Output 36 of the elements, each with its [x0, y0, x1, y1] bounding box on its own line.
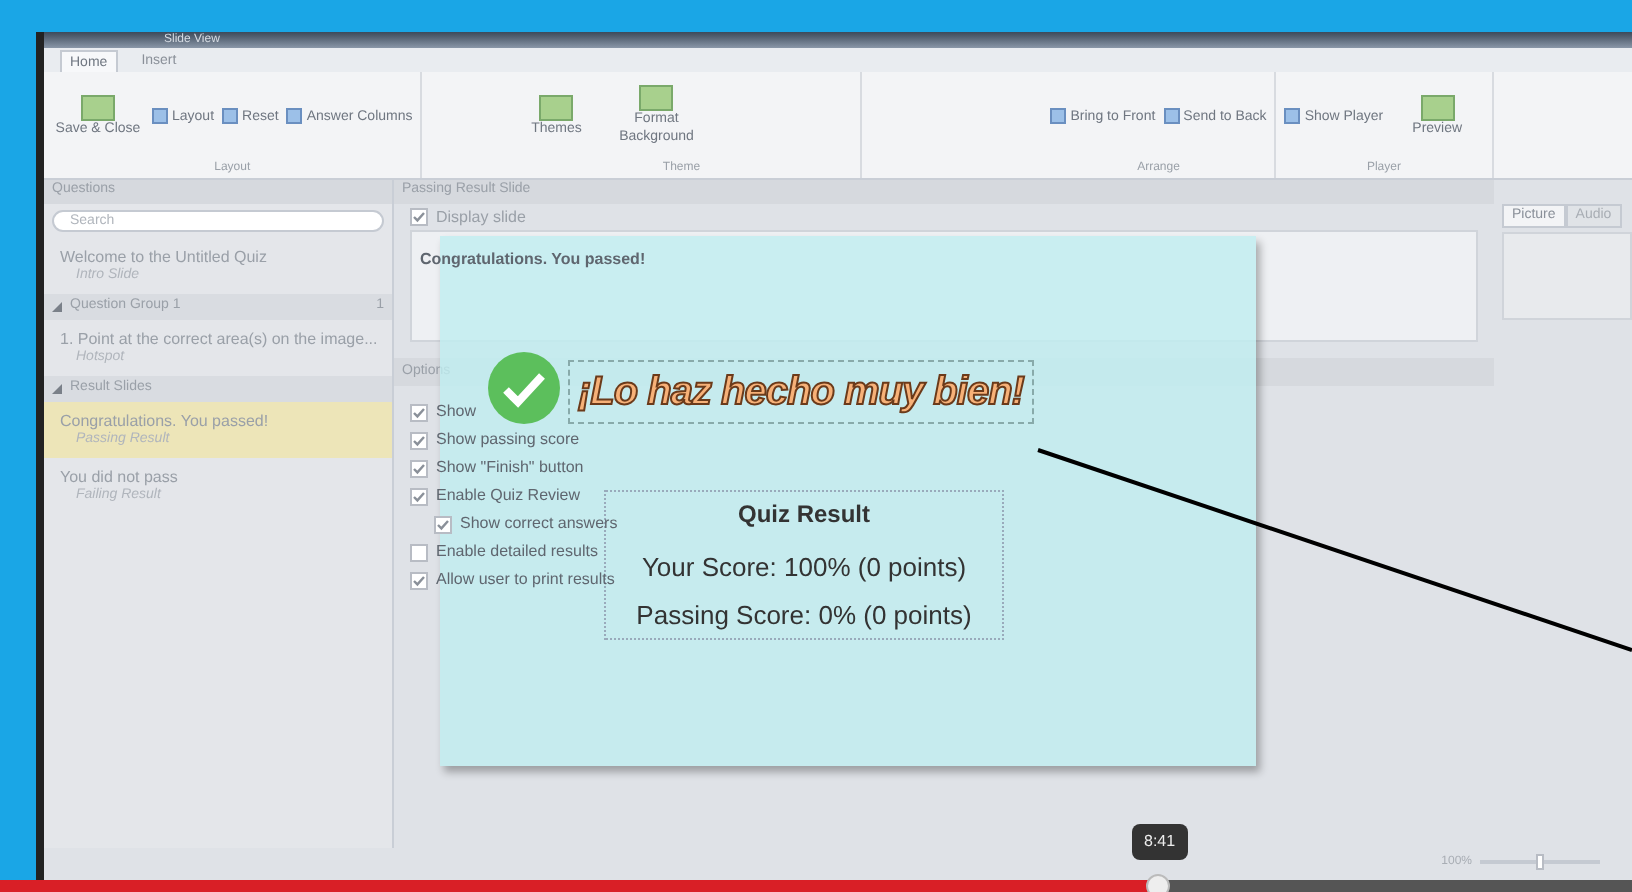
small-icon — [152, 108, 168, 124]
option-label: Show passing score — [436, 428, 580, 452]
small-icon — [222, 108, 239, 124]
checkbox[interactable] — [410, 543, 428, 561]
option-label: Enable Quiz Review — [436, 484, 581, 508]
small-icon — [1050, 108, 1067, 124]
expand-arrow-icon[interactable] — [52, 302, 62, 312]
heading-text-box: ¡Lo haz hecho muy bien! — [568, 360, 1034, 424]
checkbox[interactable] — [410, 571, 428, 589]
option-label: Show correct answers — [460, 512, 618, 536]
option-label: Allow user to print results — [436, 568, 615, 592]
small-icon — [286, 108, 303, 124]
score-text: Your Score: 100% (0 points) — [641, 550, 967, 586]
option-label: Display slide — [436, 205, 526, 229]
slide-icon — [538, 93, 575, 122]
slide-icon — [80, 93, 116, 122]
option-label: Enable detailed results — [436, 540, 598, 564]
small-icon — [1163, 108, 1180, 124]
time-tooltip: 8:41 — [1132, 824, 1188, 860]
checkbox[interactable] — [410, 403, 428, 421]
passing-score-text: Passing Score: 0% (0 points) — [636, 597, 972, 634]
check-circle-icon — [488, 352, 560, 424]
message-text: Congratulations. You passed! — [420, 250, 646, 268]
checkbox[interactable] — [410, 431, 428, 449]
option-label: Show — [436, 400, 477, 424]
option-label: Show "Finish" button — [436, 456, 584, 480]
checkbox[interactable] — [410, 208, 428, 226]
slide-icon — [1419, 93, 1456, 122]
checkbox[interactable] — [434, 515, 452, 533]
result-title: Quiz Result — [737, 498, 870, 532]
slide-icon — [638, 84, 675, 113]
small-icon — [1284, 108, 1301, 124]
zoom-thumb[interactable] — [1536, 854, 1544, 870]
checkbox[interactable] — [410, 487, 428, 505]
checkbox[interactable] — [410, 459, 428, 477]
expand-arrow-icon[interactable] — [52, 384, 62, 394]
